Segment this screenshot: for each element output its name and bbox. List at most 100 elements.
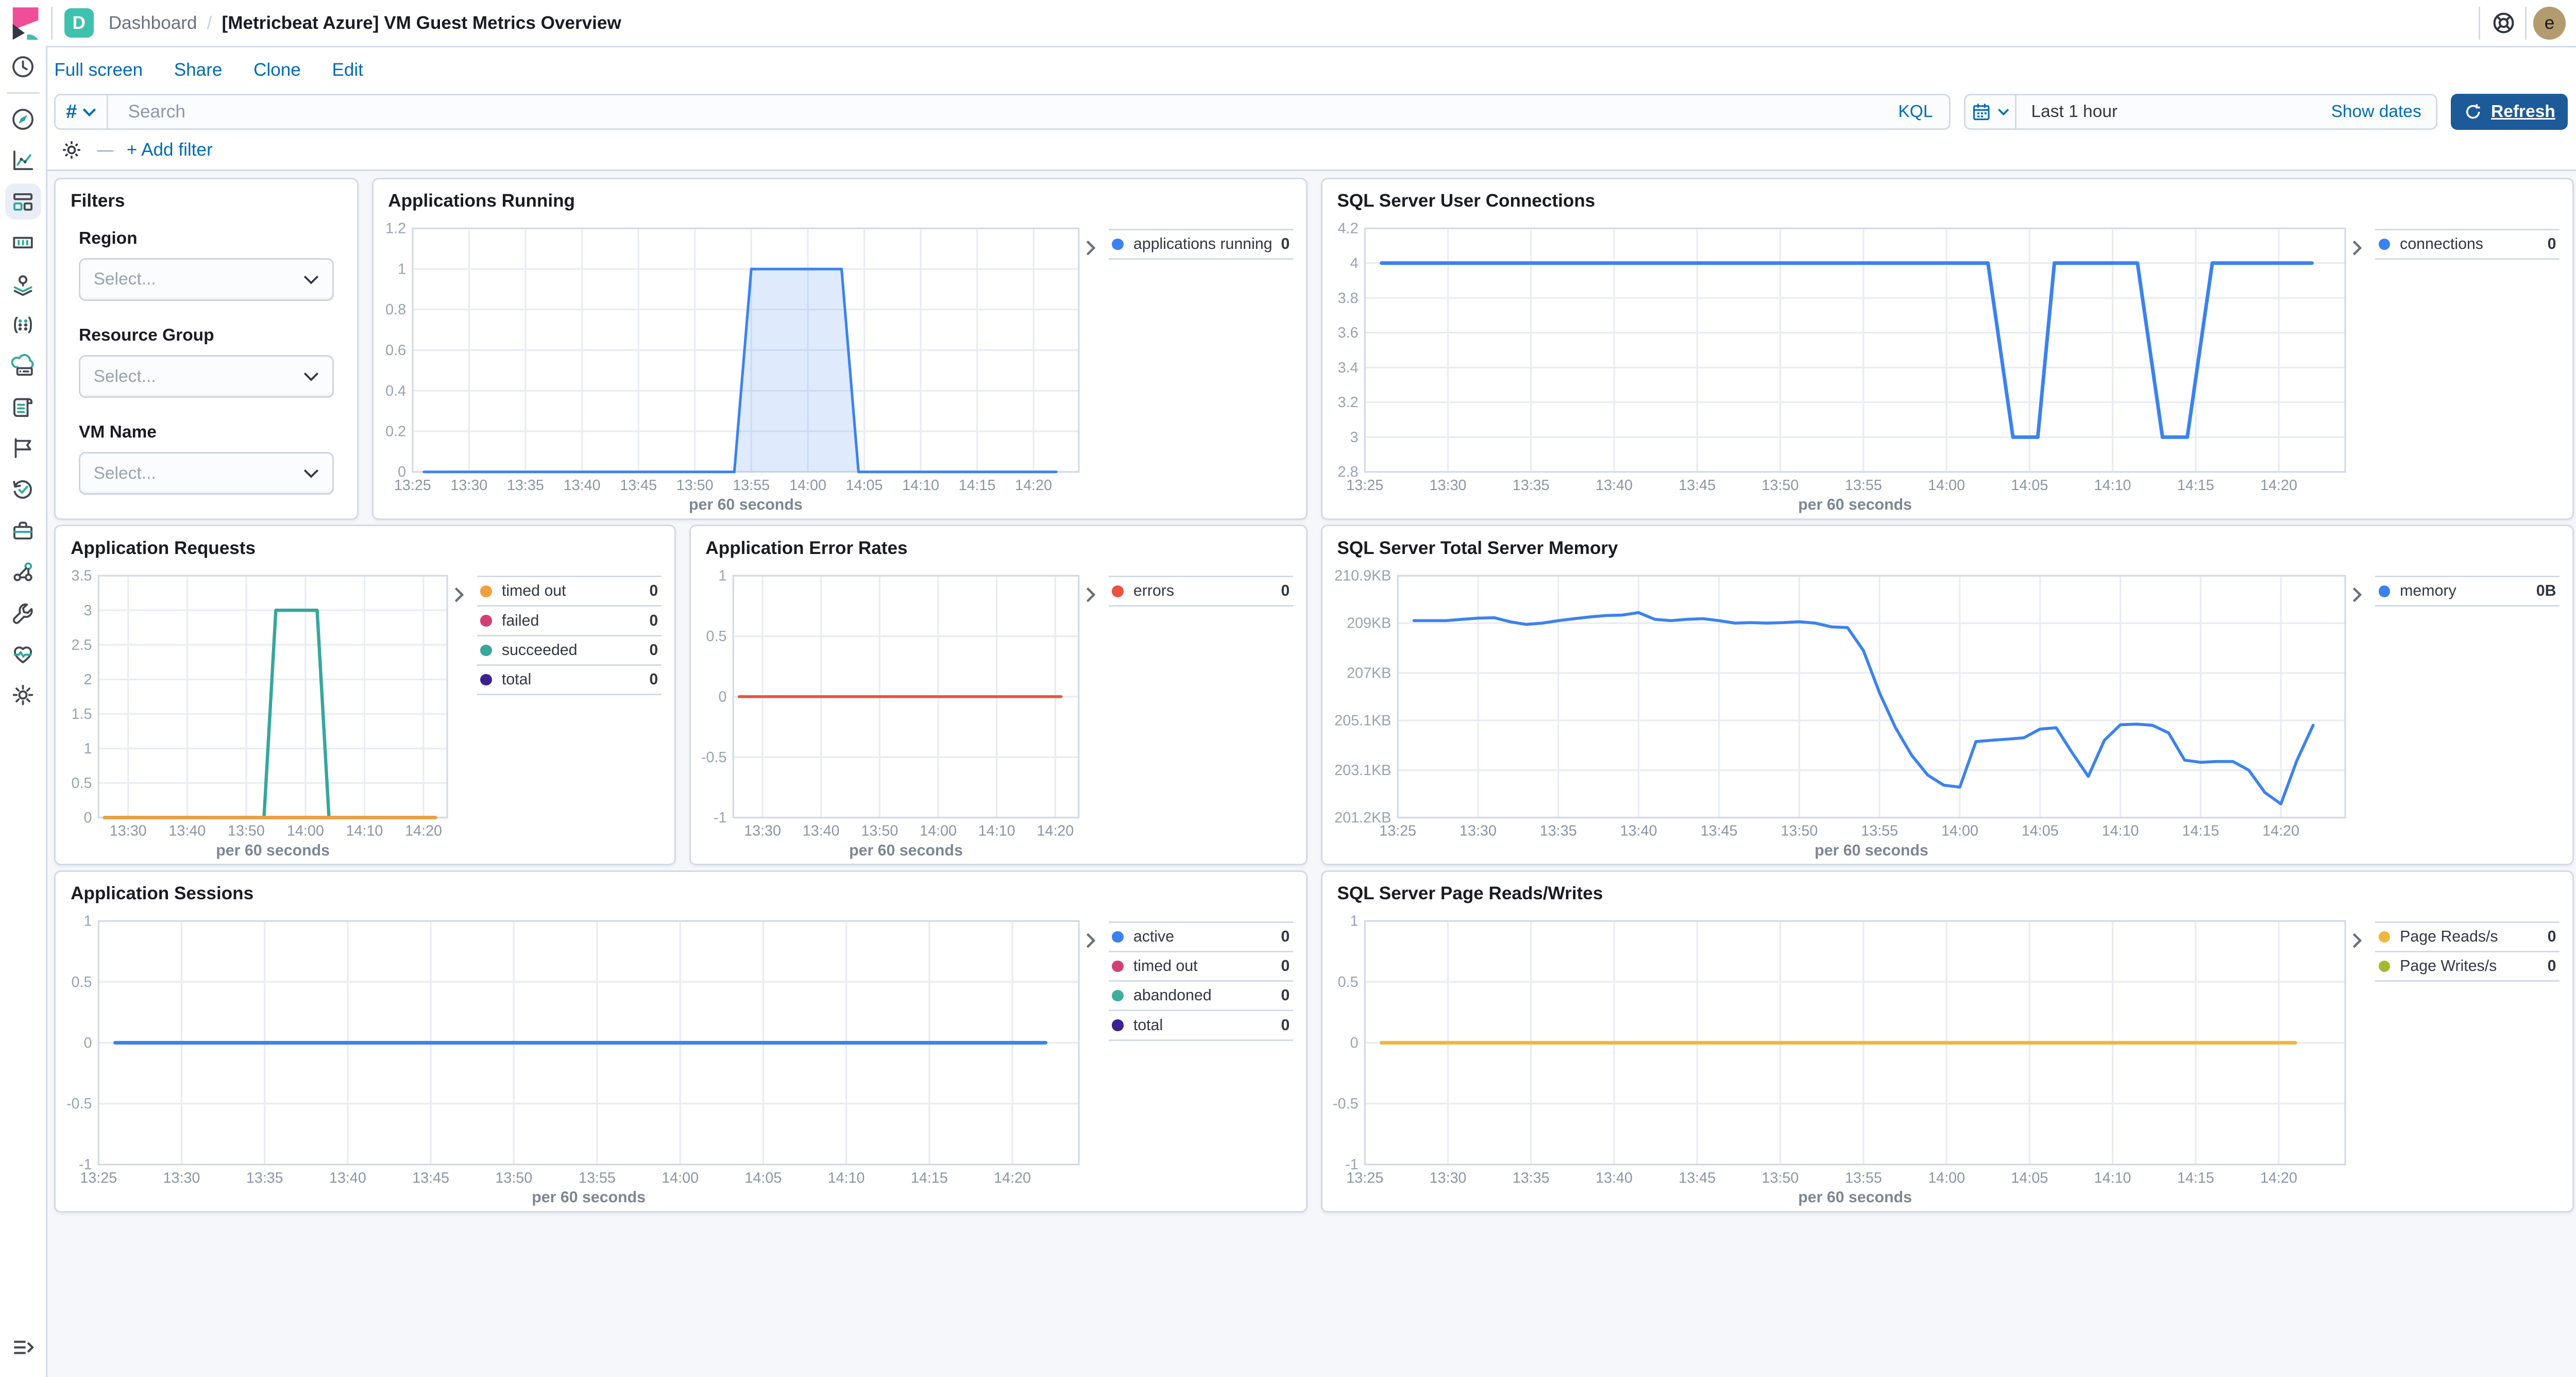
- sidebar-item-discover[interactable]: [0, 99, 46, 140]
- legend-expand-icon[interactable]: [2350, 233, 2364, 264]
- sidebar-item-dev-tools[interactable]: [0, 592, 46, 633]
- sidebar-item-uptime[interactable]: [0, 469, 46, 510]
- sidebar-item-apm[interactable]: [0, 428, 46, 469]
- svg-text:0: 0: [84, 1035, 92, 1051]
- series-label: timed out: [1133, 958, 1281, 975]
- svg-text:14:10: 14:10: [978, 823, 1015, 839]
- legend-item[interactable]: memory0B: [2375, 576, 2560, 607]
- machine-learning-icon: [10, 312, 36, 338]
- legend-item[interactable]: timed out0: [1109, 951, 1293, 980]
- applications-running-chart: 00.20.40.60.811.213:2513:3013:3513:4013:…: [380, 219, 1089, 515]
- legend-item[interactable]: errors0: [1109, 576, 1293, 607]
- series-value: 0: [2548, 928, 2560, 946]
- svg-text:13:25: 13:25: [1380, 823, 1417, 839]
- series-label: abandoned: [1133, 987, 1281, 1004]
- panel-application-sessions: Application Sessions -1-0.500.5113:2513:…: [54, 870, 1308, 1213]
- edit-button[interactable]: Edit: [332, 60, 363, 80]
- refresh-button[interactable]: Refresh: [2451, 94, 2568, 130]
- legend-item[interactable]: Page Reads/s0: [2375, 921, 2560, 951]
- series-value: 0: [649, 582, 661, 600]
- sidebar-item-siem[interactable]: [0, 510, 46, 551]
- legend-item[interactable]: abandoned0: [1109, 980, 1293, 1010]
- time-range-value[interactable]: Last 1 hour: [2016, 102, 2331, 122]
- panel-sql-user-connections: SQL Server User Connections 2.833.23.43.…: [1321, 178, 2574, 520]
- legend-item[interactable]: succeeded0: [477, 635, 662, 664]
- svg-text:13:45: 13:45: [620, 477, 657, 494]
- svg-text:3.8: 3.8: [1338, 290, 1359, 307]
- legend-item[interactable]: connections0: [2375, 229, 2560, 260]
- svg-text:-0.5: -0.5: [1333, 1096, 1359, 1113]
- svg-text:1: 1: [1350, 913, 1359, 930]
- svg-text:14:15: 14:15: [911, 1170, 948, 1186]
- sidebar-item-stack-monitoring[interactable]: [0, 633, 46, 675]
- svg-text:13:30: 13:30: [744, 823, 782, 839]
- avatar[interactable]: e: [2533, 7, 2566, 40]
- series-label: total: [1133, 1017, 1281, 1034]
- calendar-icon: [1971, 100, 1992, 124]
- panel-title: SQL Server Page Reads/Writes: [1337, 883, 1603, 904]
- svg-text:14:15: 14:15: [959, 477, 996, 494]
- search-input[interactable]: Search: [108, 102, 1898, 122]
- svg-text:14:00: 14:00: [920, 823, 957, 839]
- full-screen-button[interactable]: Full screen: [54, 60, 143, 80]
- svg-text:14:20: 14:20: [2261, 1170, 2298, 1186]
- logs-icon: [10, 394, 36, 421]
- clone-button[interactable]: Clone: [253, 60, 301, 80]
- sidebar-item-visualize[interactable]: [0, 140, 46, 181]
- sidebar-item-machine-learning[interactable]: [0, 305, 46, 346]
- legend-item[interactable]: failed0: [477, 605, 662, 634]
- sidebar-item-metrics[interactable]: [0, 345, 46, 387]
- legend-item[interactable]: total0: [1109, 1010, 1293, 1040]
- series-value: 0: [1281, 582, 1293, 600]
- sidebar-item-graph[interactable]: [0, 551, 46, 592]
- saved-query-menu-button[interactable]: #: [56, 95, 108, 128]
- filter-options-gear-icon[interactable]: [59, 138, 84, 162]
- panel-title: SQL Server User Connections: [1337, 191, 1595, 211]
- sidebar-item-dashboard[interactable]: [0, 181, 46, 222]
- vm-name-select[interactable]: Select...: [79, 452, 334, 495]
- breadcrumb-dashboard-link[interactable]: Dashboard: [109, 13, 197, 33]
- legend-expand-icon[interactable]: [1084, 926, 1097, 956]
- panel-sql-page-reads-writes: SQL Server Page Reads/Writes -1-0.500.51…: [1321, 870, 2574, 1213]
- calendar-menu-button[interactable]: [1965, 95, 2016, 128]
- help-icon[interactable]: [2490, 10, 2517, 36]
- space-badge[interactable]: D: [64, 8, 94, 38]
- svg-text:14:20: 14:20: [994, 1170, 1031, 1186]
- legend-expand-icon[interactable]: [1084, 581, 1097, 611]
- apm-icon: [10, 435, 36, 461]
- share-button[interactable]: Share: [174, 60, 223, 80]
- legend-expand-icon[interactable]: [2350, 926, 2364, 956]
- legend-expand-icon[interactable]: [452, 581, 466, 611]
- legend-item[interactable]: applications running0: [1109, 229, 1293, 260]
- legend-item[interactable]: total0: [477, 664, 662, 695]
- add-filter-button[interactable]: + Add filter: [127, 140, 213, 160]
- svg-text:13:30: 13:30: [110, 823, 147, 839]
- sidebar-item-canvas[interactable]: [0, 222, 46, 263]
- sidebar-item-recently-viewed[interactable]: [0, 46, 46, 87]
- sidebar-item-management[interactable]: [0, 675, 46, 716]
- series-label: memory: [2400, 582, 2536, 600]
- svg-text:14:10: 14:10: [902, 477, 939, 494]
- series-color-dot: [2379, 585, 2390, 597]
- collapse-sidebar-button[interactable]: [10, 1334, 36, 1361]
- series-color-dot: [480, 674, 492, 685]
- legend-expand-icon[interactable]: [1084, 233, 1097, 264]
- legend-item[interactable]: timed out0: [477, 576, 662, 605]
- resource-group-label: Resource Group: [79, 326, 334, 345]
- series-value: 0B: [2536, 582, 2560, 600]
- legend-item[interactable]: Page Writes/s0: [2375, 951, 2560, 982]
- svg-text:1.2: 1.2: [385, 221, 406, 237]
- svg-text:13:40: 13:40: [803, 823, 840, 839]
- kibana-logo[interactable]: [7, 5, 43, 41]
- sidebar-item-maps[interactable]: [0, 263, 46, 305]
- legend-expand-icon[interactable]: [2350, 581, 2364, 611]
- legend-item[interactable]: active0: [1109, 921, 1293, 951]
- show-dates-button[interactable]: Show dates: [2331, 102, 2436, 122]
- series-label: connections: [2400, 236, 2547, 253]
- region-select[interactable]: Select...: [79, 258, 334, 301]
- resource-group-select[interactable]: Select...: [79, 355, 334, 398]
- sidebar-item-logs[interactable]: [0, 387, 46, 428]
- query-language-button[interactable]: KQL: [1898, 102, 1949, 122]
- panel-filters: Filters Region Select... Resource Group …: [54, 178, 359, 520]
- svg-text:13:35: 13:35: [1513, 1170, 1550, 1186]
